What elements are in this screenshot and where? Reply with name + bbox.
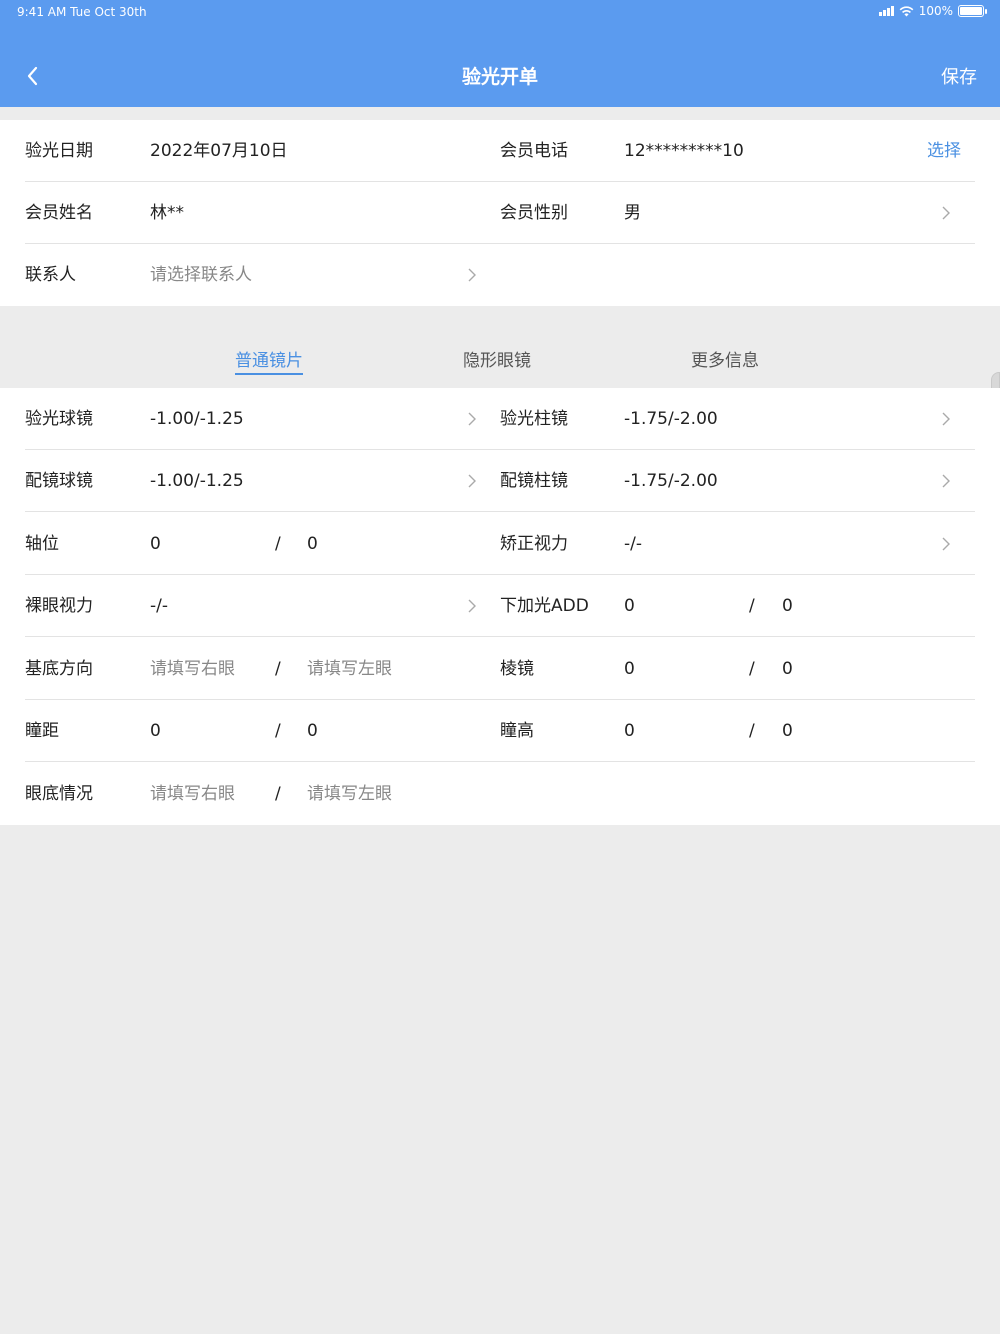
refraction-sphere-value[interactable]: -1.00/-1.25 (150, 388, 244, 450)
separator-slash: / (275, 784, 281, 804)
naked-vision-label: 裸眼视力 (25, 596, 93, 616)
row-prescription: 配镜球镜 -1.00/-1.25 配镜柱镜 -1.75/-2.00 (25, 450, 975, 512)
chevron-right-icon[interactable] (941, 536, 951, 552)
refraction-sphere-label: 验光球镜 (25, 409, 93, 429)
prism-left-value[interactable]: 0 (782, 638, 793, 700)
chevron-right-icon[interactable] (467, 267, 477, 283)
page-title: 验光开单 (461, 66, 538, 88)
row-naked-vision-add: 裸眼视力 -/- 下加光ADD 0 / 0 (25, 575, 975, 637)
axis-right-value[interactable]: 0 (150, 513, 161, 575)
fundus-left-input[interactable]: 请填写左眼 (307, 763, 392, 825)
refraction-cylinder-label: 验光柱镜 (500, 409, 568, 429)
ph-right-value[interactable]: 0 (624, 700, 635, 762)
tab-regular-lens[interactable]: 普通镜片 (235, 346, 303, 375)
tab-bar: 普通镜片 隐形眼镜 更多信息 (0, 306, 1000, 388)
status-indicators: 100% (878, 4, 987, 18)
separator-slash: / (749, 659, 755, 679)
chevron-right-icon[interactable] (467, 473, 477, 489)
corrected-vision-value[interactable]: -/- (624, 513, 642, 575)
row-date-phone: 验光日期 2022年07月10日 会员电话 12*********10 选择 (25, 120, 975, 182)
select-member-button[interactable]: 选择 (927, 120, 961, 182)
prescription-sphere-value[interactable]: -1.00/-1.25 (150, 450, 244, 512)
contact-label: 联系人 (25, 265, 76, 285)
row-refraction: 验光球镜 -1.00/-1.25 验光柱镜 -1.75/-2.00 (25, 388, 975, 450)
pd-right-value[interactable]: 0 (150, 700, 161, 762)
axis-label: 轴位 (25, 534, 59, 554)
name-label: 会员姓名 (25, 203, 93, 223)
naked-vision-value[interactable]: -/- (150, 575, 168, 637)
date-value[interactable]: 2022年07月10日 (150, 120, 288, 182)
pd-left-value[interactable]: 0 (307, 700, 318, 762)
fundus-label: 眼底情况 (25, 784, 93, 804)
tab-more-info[interactable]: 更多信息 (691, 346, 759, 371)
phone-label: 会员电话 (500, 141, 568, 161)
row-contact: 联系人 请选择联系人 (25, 244, 975, 306)
ph-left-value[interactable]: 0 (782, 700, 793, 762)
add-left-value[interactable]: 0 (782, 575, 793, 637)
save-button[interactable]: 保存 (941, 63, 977, 89)
chevron-right-icon[interactable] (467, 598, 477, 614)
tab-contact-lens[interactable]: 隐形眼镜 (463, 346, 531, 371)
signal-icon (878, 6, 894, 16)
row-pd-height: 瞳距 0 / 0 瞳高 0 / 0 (25, 700, 975, 762)
refraction-cylinder-value[interactable]: -1.75/-2.00 (624, 388, 718, 450)
member-info-card: 验光日期 2022年07月10日 会员电话 12*********10 选择 会… (0, 120, 1000, 306)
axis-left-value[interactable]: 0 (307, 513, 318, 575)
prescription-form-card: 验光球镜 -1.00/-1.25 验光柱镜 -1.75/-2.00 配镜球镜 -… (0, 388, 1000, 825)
separator-slash: / (275, 721, 281, 741)
contact-placeholder[interactable]: 请选择联系人 (150, 244, 252, 306)
battery-percent: 100% (918, 4, 953, 18)
pupil-height-label: 瞳高 (500, 721, 534, 741)
row-fundus: 眼底情况 请填写右眼 / 请填写左眼 (25, 763, 975, 825)
separator-slash: / (749, 721, 755, 741)
chevron-right-icon[interactable] (941, 205, 951, 221)
row-axis-vision: 轴位 0 / 0 矫正视力 -/- (25, 513, 975, 575)
add-right-value[interactable]: 0 (624, 575, 635, 637)
prism-label: 棱镜 (500, 659, 534, 679)
date-label: 验光日期 (25, 141, 93, 161)
fundus-right-input[interactable]: 请填写右眼 (150, 763, 235, 825)
chevron-right-icon[interactable] (941, 473, 951, 489)
corrected-vision-label: 矫正视力 (500, 534, 568, 554)
prescription-cylinder-label: 配镜柱镜 (500, 471, 568, 491)
separator-slash: / (275, 659, 281, 679)
chevron-right-icon[interactable] (941, 411, 951, 427)
pupil-distance-label: 瞳距 (25, 721, 59, 741)
wifi-icon (899, 5, 914, 16)
status-time: 9:41 AM Tue Oct 30th (17, 5, 147, 19)
chevron-right-icon[interactable] (467, 411, 477, 427)
phone-value[interactable]: 12*********10 (624, 120, 744, 182)
battery-icon (958, 5, 987, 17)
base-right-input[interactable]: 请填写右眼 (150, 638, 235, 700)
nav-header: 9:41 AM Tue Oct 30th 100% 验光开单 保存 (0, 0, 1000, 107)
name-value[interactable]: 林** (150, 182, 184, 244)
separator-slash: / (275, 534, 281, 554)
base-direction-label: 基底方向 (25, 659, 93, 679)
add-power-label: 下加光ADD (500, 596, 589, 616)
base-left-input[interactable]: 请填写左眼 (307, 638, 392, 700)
prescription-cylinder-value[interactable]: -1.75/-2.00 (624, 450, 718, 512)
prism-right-value[interactable]: 0 (624, 638, 635, 700)
gender-label: 会员性别 (500, 203, 568, 223)
prescription-sphere-label: 配镜球镜 (25, 471, 93, 491)
gender-value[interactable]: 男 (624, 182, 641, 244)
row-base-prism: 基底方向 请填写右眼 / 请填写左眼 棱镜 0 / 0 (25, 638, 975, 700)
row-name-gender: 会员姓名 林** 会员性别 男 (25, 182, 975, 244)
separator-slash: / (749, 596, 755, 616)
